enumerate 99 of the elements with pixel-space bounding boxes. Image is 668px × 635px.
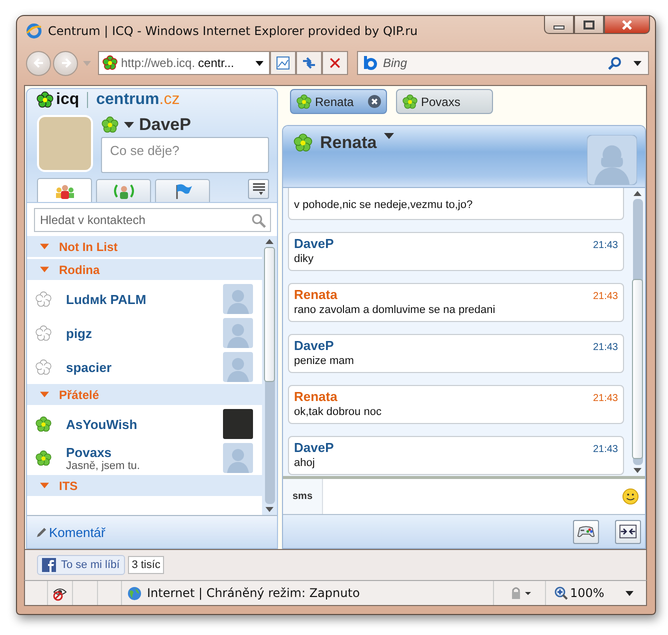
maximize-button[interactable]: [574, 15, 604, 34]
avatar-silhouette-icon: [223, 443, 253, 473]
message-time: 21:43: [592, 342, 618, 354]
caret-icon: [40, 481, 49, 490]
message-author: DaveP: [294, 236, 334, 252]
refresh-button[interactable]: [296, 51, 322, 75]
message-author: Renata: [294, 287, 338, 302]
arrows-inward-icon: [619, 524, 637, 540]
contact-name[interactable]: Ludмk PALM: [66, 292, 209, 306]
caret-icon[interactable]: [633, 60, 642, 66]
stop-icon: [328, 56, 342, 70]
message-text: penize mam: [294, 355, 355, 368]
close-button[interactable]: [604, 15, 650, 34]
contact-name: Renata: [320, 133, 377, 153]
compatibility-view-button[interactable]: [270, 51, 296, 75]
search-icon: [251, 212, 266, 228]
sidebar-tab[interactable]: [155, 179, 210, 202]
search-provider-logo: [362, 55, 378, 71]
f-logo-icon: [42, 558, 56, 572]
scroll-down-icon[interactable]: [265, 507, 274, 512]
zoom-icon: [554, 586, 568, 600]
user-name: DaveP: [139, 115, 191, 135]
caret-icon: [40, 390, 49, 399]
address-field[interactable]: http://web.icq. centr...: [98, 51, 270, 75]
contact-search-field[interactable]: Hledat v kontaktech: [34, 208, 271, 232]
pencil-icon: [36, 526, 47, 538]
zoom-button[interactable]: 100%: [546, 581, 646, 605]
caret-icon[interactable]: [124, 122, 134, 128]
message-author: DaveP: [294, 440, 334, 456]
caret-icon[interactable]: [255, 60, 264, 66]
maximize-icon: [583, 20, 595, 30]
comment-link[interactable]: Komentář: [49, 524, 106, 540]
avatar-silhouette-icon: [587, 135, 637, 185]
message-time: 21:43: [592, 444, 618, 456]
search-field[interactable]: Bing: [357, 51, 649, 75]
browser-logo-icon: [26, 22, 42, 38]
scrollbar[interactable]: [262, 236, 277, 516]
caret-icon: [625, 590, 634, 596]
message-text: rano zavolam a domluvime se na predani: [294, 304, 496, 316]
avatar-silhouette-icon: [223, 352, 253, 382]
security-zone-text: Internet | Chráněný režim: Zapnuto: [147, 586, 360, 600]
brand-logo: centrum.cz: [96, 91, 180, 109]
list-menu-icon: [252, 183, 266, 195]
chat-tab[interactable]: Povaxs: [396, 89, 493, 114]
caret-icon: [40, 265, 49, 274]
forward-arrow-icon: [60, 57, 72, 69]
window-title: Centrum | ICQ - Windows Internet Explorer provided by QIP.ru: [48, 24, 418, 38]
sms-button[interactable]: sms: [283, 479, 323, 514]
close-icon[interactable]: [368, 95, 381, 108]
message-time: 21:43: [592, 240, 618, 252]
like-button[interactable]: To se mi líbí: [37, 555, 125, 575]
collapse-button[interactable]: [615, 520, 641, 544]
contact-name[interactable]: AsYouWish: [66, 416, 209, 432]
refresh-icon: [301, 55, 317, 71]
contact-name[interactable]: Povaxs: [66, 444, 209, 460]
message-text: diky: [294, 253, 315, 266]
message-text: v pohode,nic se nedeje,vezmu to,jo?: [294, 199, 474, 212]
flower-icon: [102, 55, 118, 71]
close-icon: [621, 20, 633, 30]
contact-name[interactable]: spacier: [66, 360, 209, 374]
sidebar-tab[interactable]: [96, 179, 151, 202]
flower-icon: [36, 91, 54, 109]
status-message-field[interactable]: Co se děje?: [101, 137, 269, 173]
caret-icon[interactable]: [384, 133, 394, 139]
sidebar-tab[interactable]: [37, 178, 92, 202]
like-count: 3 tisíc: [128, 556, 164, 574]
avatar-silhouette-icon: [223, 284, 253, 314]
message-time: 21:43: [592, 393, 618, 404]
smiley-icon[interactable]: [622, 488, 639, 506]
scroll-up-icon[interactable]: [265, 239, 274, 244]
message-author: DaveP: [294, 338, 334, 354]
games-button[interactable]: [573, 520, 599, 544]
broadcast-icon: [112, 183, 134, 199]
forward-button[interactable]: [53, 50, 78, 76]
avatar-silhouette-icon: [223, 318, 253, 348]
globe-icon: [127, 586, 142, 600]
scroll-up-icon[interactable]: [633, 191, 642, 196]
search-icon[interactable]: [608, 56, 622, 70]
caret-icon: [40, 242, 49, 251]
status-flower-icon[interactable]: [101, 116, 119, 134]
contact-status-text: Jasně, jsem tu.: [66, 460, 141, 472]
menu-button[interactable]: [248, 179, 269, 199]
message-author: Renata: [294, 389, 338, 404]
back-arrow-icon: [32, 57, 44, 69]
people-icon: [54, 182, 76, 198]
scroll-down-icon[interactable]: [633, 468, 642, 474]
chat-tab[interactable]: Renata: [290, 89, 387, 114]
logo-text: icq: [56, 91, 80, 109]
photo-placeholder: [223, 409, 253, 439]
minimize-button[interactable]: [544, 15, 574, 34]
stop-button[interactable]: [322, 51, 348, 75]
contact-name[interactable]: pigz: [66, 326, 209, 340]
back-button[interactable]: [26, 50, 51, 76]
message-text: ok,tak dobrou noc: [294, 406, 382, 418]
avatar-placeholder: [37, 115, 93, 172]
message-time: 21:43: [592, 291, 618, 302]
page-chart-icon: [275, 55, 291, 71]
message-text: ahoj: [294, 457, 316, 470]
gamepad-icon: [577, 524, 595, 540]
